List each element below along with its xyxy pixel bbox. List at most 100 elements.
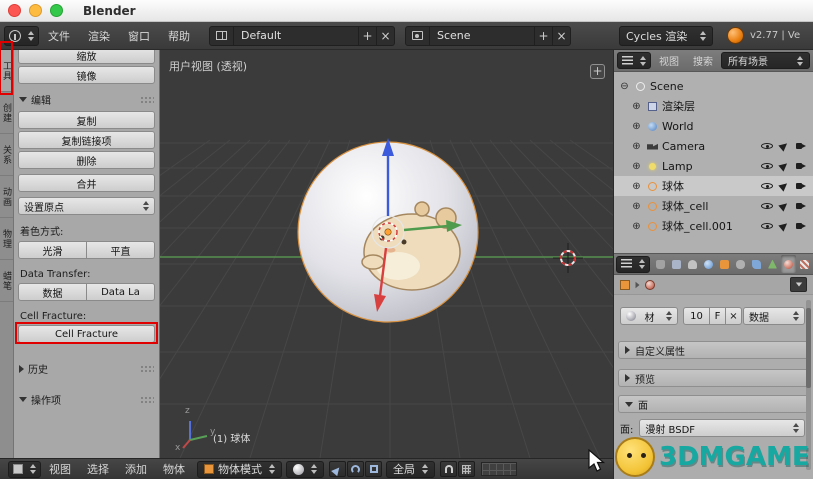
cell-fracture-button[interactable]: Cell Fracture [18,325,155,343]
material-data-dropdown[interactable]: 数据 [743,307,805,325]
collapse-icon[interactable]: ⊖ [618,81,631,92]
zoom-window-button[interactable] [50,4,63,17]
edit-section-header[interactable]: 编辑 [19,92,154,107]
selectability-toggle[interactable] [778,200,790,212]
renderability-toggle[interactable] [795,220,807,232]
minimize-window-button[interactable] [29,4,42,17]
interaction-mode-dropdown[interactable]: 物体模式 [197,461,282,478]
render-engine-dropdown[interactable]: Cycles 渲染 [619,26,713,46]
visibility-toggle[interactable] [761,200,773,212]
expand-icon[interactable]: ⊕ [630,141,643,152]
rotate-manipulator-button[interactable] [347,461,364,477]
display-filter-dropdown[interactable]: 所有场景 [721,52,810,69]
custom-properties-panel-header[interactable]: 自定义属性 [618,341,809,359]
menu-select[interactable]: 选择 [79,459,117,479]
context-menu-button[interactable] [790,277,807,292]
properties-tab-object[interactable] [717,255,732,273]
join-button[interactable]: 合并 [18,174,155,192]
snap-magnet-button[interactable] [440,461,457,477]
visibility-toggle[interactable] [761,140,773,152]
region-expand-button[interactable]: + [590,64,605,79]
visibility-toggle[interactable] [761,180,773,192]
translate-manipulator-button[interactable] [329,461,346,477]
fake-user-button[interactable]: F [709,307,726,325]
delete-scene-button[interactable]: × [552,27,570,45]
surface-panel-header[interactable]: 面 [618,395,809,413]
selectability-toggle[interactable] [778,220,790,232]
selectability-toggle[interactable] [778,160,790,172]
data-transfer-data-button[interactable]: 数据 [18,283,87,301]
mirror-button[interactable]: 镜像 [18,66,155,84]
properties-tab-data[interactable] [765,255,780,273]
menu-file[interactable]: 文件 [39,22,79,49]
expand-icon[interactable]: ⊕ [630,161,643,172]
renderability-toggle[interactable] [795,180,807,192]
data-layout-transfer-button[interactable]: Data La [86,283,155,301]
selectability-toggle[interactable] [778,140,790,152]
duplicate-button[interactable]: 复制 [18,111,155,129]
history-section-header[interactable]: 历史 [19,361,154,376]
expand-icon[interactable]: ⊕ [630,101,643,112]
add-layout-button[interactable]: + [358,27,376,45]
operator-section-header[interactable]: 操作项 [19,392,154,407]
outliner-menu-search[interactable]: 搜索 [687,50,719,71]
menu-add[interactable]: 添加 [117,459,155,479]
properties-tab-modifiers[interactable] [749,255,764,273]
outliner-row-scene[interactable]: ⊖ Scene [614,76,813,96]
outliner-row-sphere-cell[interactable]: ⊕ 球体_cell [614,196,813,216]
screen-layout-icon-button[interactable] [210,27,234,45]
tab-relations[interactable]: 关系 [0,134,13,176]
outliner-row-camera[interactable]: ⊕ Camera [614,136,813,156]
expand-icon[interactable]: ⊕ [630,121,643,132]
scrollbar-thumb[interactable] [806,308,811,388]
visibility-toggle[interactable] [761,220,773,232]
shade-flat-button[interactable]: 平直 [86,241,155,259]
delete-button[interactable]: 删除 [18,151,155,169]
menu-object[interactable]: 物体 [155,459,193,479]
layout-name-field[interactable]: Default [234,29,358,42]
expand-icon[interactable]: ⊕ [630,201,643,212]
material-users-count-button[interactable]: 10 [683,307,710,325]
menu-window[interactable]: 窗口 [119,22,159,49]
preview-panel-header[interactable]: 预览 [618,369,809,387]
outliner-menu-view[interactable]: 视图 [653,50,685,71]
properties-tab-material[interactable] [781,255,796,273]
viewport-editor-type-button[interactable] [8,461,41,478]
properties-tab-texture[interactable] [797,255,811,273]
tab-physics[interactable]: 物理 [0,218,13,260]
properties-tab-world[interactable] [701,255,716,273]
tab-animation[interactable]: 动画 [0,176,13,218]
viewport-3d[interactable]: 用户视图 (透视) + z y x (1) 球体 [160,50,613,458]
tab-grease-pencil[interactable]: 蜡笔 [0,260,13,302]
shade-smooth-button[interactable]: 光滑 [18,241,87,259]
scale-button[interactable]: 缩放 [18,50,155,64]
orientation-dropdown[interactable]: 全局 [386,461,435,478]
outliner-row-render-layers[interactable]: ⊕ 渲染层 [614,96,813,116]
properties-tab-scene[interactable] [685,255,700,273]
tab-tools[interactable]: 工具 [0,50,13,92]
delete-layout-button[interactable]: × [376,27,394,45]
unlink-material-button[interactable]: × [725,307,742,325]
material-browse-dropdown[interactable]: 材 [620,307,678,325]
add-scene-button[interactable]: + [534,27,552,45]
expand-icon[interactable]: ⊕ [630,221,643,232]
scene-name-field[interactable]: Scene [430,29,534,42]
visibility-toggle[interactable] [761,160,773,172]
outliner-row-lamp[interactable]: ⊕ Lamp [614,156,813,176]
outliner-row-world[interactable]: ⊕ World [614,116,813,136]
editor-type-button[interactable] [4,26,39,46]
tab-create[interactable]: 创建 [0,92,13,134]
outliner-row-sphere-cell-001[interactable]: ⊕ 球体_cell.001 [614,216,813,236]
set-origin-dropdown[interactable]: 设置原点 [18,197,155,215]
selectability-toggle[interactable] [778,180,790,192]
properties-tab-render-layers[interactable] [669,255,684,273]
duplicate-linked-button[interactable]: 复制链接项 [18,131,155,149]
close-window-button[interactable] [8,4,21,17]
outliner-row-sphere[interactable]: ⊕ 球体 [614,176,813,196]
properties-tab-render[interactable] [653,255,668,273]
outliner-editor-type-button[interactable] [617,52,651,69]
renderability-toggle[interactable] [795,140,807,152]
renderability-toggle[interactable] [795,160,807,172]
menu-view[interactable]: 视图 [41,459,79,479]
renderability-toggle[interactable] [795,200,807,212]
